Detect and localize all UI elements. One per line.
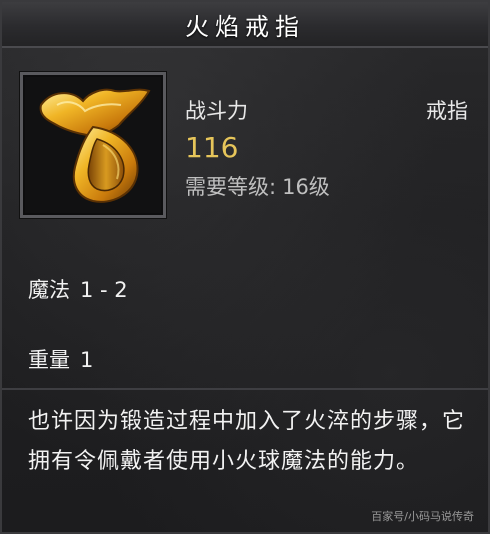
- stat-magic-value: 1 - 2: [80, 278, 128, 302]
- tooltip-titlebar: 火焰戒指: [2, 2, 488, 48]
- item-icon-slot[interactable]: [20, 72, 166, 218]
- combat-power-label: 战斗力: [185, 99, 248, 123]
- item-type: 戒指: [426, 99, 468, 123]
- combat-power-value: 116: [185, 131, 239, 164]
- required-level-value: 16级: [282, 175, 330, 199]
- item-title: 火焰戒指: [185, 12, 305, 41]
- stat-weight-value: 1: [80, 348, 94, 372]
- fire-ring-icon: [39, 88, 151, 203]
- watermark: 百家号/小码马说传奇: [371, 510, 474, 523]
- stat-magic-label: 魔法: [28, 278, 70, 302]
- stat-magic: 魔法 1 - 2: [28, 274, 128, 304]
- required-level-label: 需要等级:: [185, 175, 277, 199]
- item-description: 也许因为锻造过程中加入了火淬的步骤，它拥有令佩戴者使用小火球魔法的能力。: [28, 409, 466, 474]
- stat-weight: 重量 1: [28, 344, 93, 374]
- required-level: 需要等级: 16级: [185, 171, 330, 201]
- section-divider: [2, 388, 488, 390]
- item-tooltip: 火焰戒指 战斗力 戒指 116 需要等级: 16级 魔法 1 - 2 重量 1 …: [0, 0, 490, 534]
- stat-weight-label: 重量: [28, 348, 70, 372]
